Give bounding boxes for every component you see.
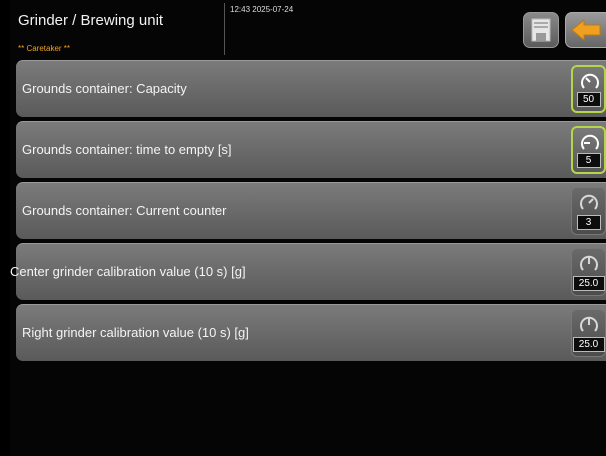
setting-value: 25.0 [572,337,605,352]
setting-label: Right grinder calibration value (10 s) [… [22,325,249,340]
setting-label: Grounds container: time to empty [s] [22,142,232,157]
gauge-icon [580,316,598,332]
setting-row-capacity[interactable]: Grounds container: Capacity 50 [16,60,606,117]
user-role: ** Caretaker ** [18,44,71,53]
header: Grinder / Brewing unit ** Caretaker ** 1… [10,0,606,60]
setting-value: 3 [576,215,601,230]
back-arrow-icon [571,18,601,42]
back-button[interactable] [565,12,606,48]
setting-value: 25.0 [572,276,605,291]
gauge-icon [581,73,599,89]
gauge-icon [580,255,598,271]
setting-row-center-grinder: Center grinder calibration value (10 s) … [10,243,606,300]
setting-row-right-grinder: Right grinder calibration value (10 s) [… [16,304,606,361]
setting-label: Grounds container: Capacity [22,81,187,96]
datetime: 12:43 2025-07-24 [230,5,294,14]
gauge-button[interactable]: 50 [571,65,606,113]
save-icon [531,18,551,42]
gauge-icon [581,134,599,150]
setting-label: Center grinder calibration value (10 s) … [10,264,246,279]
setting-label: Grounds container: Current counter [22,203,227,218]
gauge-button[interactable]: 5 [571,126,606,174]
page-title: Grinder / Brewing unit [18,12,164,29]
settings-list: Grounds container: Capacity 50 Grounds c… [10,60,606,365]
save-button[interactable] [523,12,559,48]
setting-row-time-to-empty[interactable]: Grounds container: time to empty [s] 5 [16,121,606,178]
screen: Grinder / Brewing unit ** Caretaker ** 1… [10,0,606,456]
gauge-icon [580,194,598,210]
gauge-button: 3 [571,187,606,235]
gauge-button: 25.0 [571,309,606,357]
setting-value: 5 [576,153,601,168]
setting-value: 50 [576,92,601,107]
header-divider [224,3,225,55]
gauge-button: 25.0 [571,248,606,296]
setting-row-current-counter: Grounds container: Current counter 3 [16,182,606,239]
